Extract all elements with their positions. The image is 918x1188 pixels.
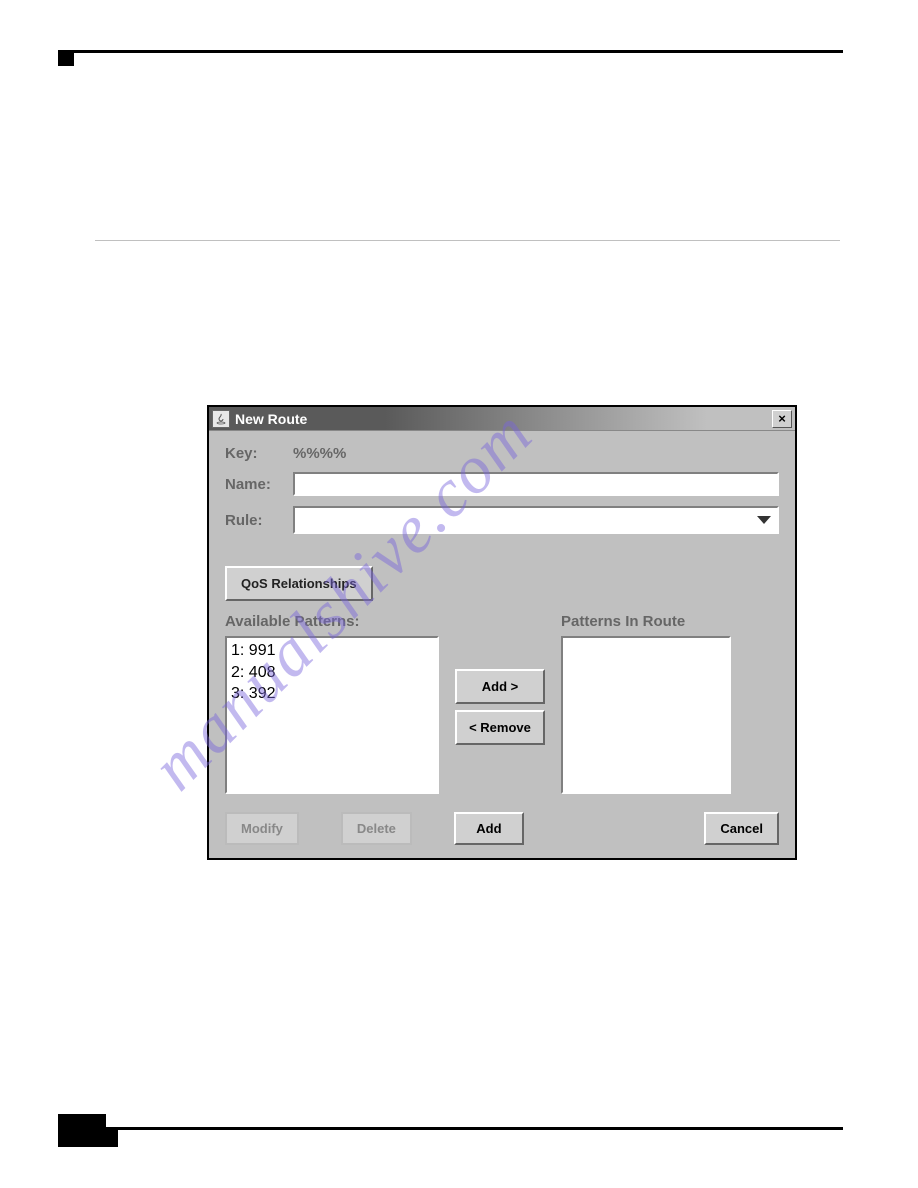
list-item[interactable]: 1: 991	[231, 640, 433, 662]
chevron-down-icon	[757, 516, 771, 524]
key-label: Key:	[225, 445, 293, 462]
lists-area: Available Patterns: 1: 991 2: 408 3: 392…	[225, 613, 779, 794]
bottom-buttons: Modify Delete Add Cancel	[225, 812, 779, 845]
patterns-in-route-label: Patterns In Route	[561, 613, 731, 630]
qos-relationships-button[interactable]: QoS Relationships	[225, 566, 373, 601]
dialog-title: New Route	[235, 411, 307, 427]
inroute-column: Patterns In Route	[561, 613, 731, 794]
list-item[interactable]: 3: 392	[231, 683, 433, 705]
titlebar: New Route ×	[209, 407, 795, 431]
page-bottom-border	[58, 1127, 843, 1130]
rule-row: Rule:	[225, 506, 779, 534]
close-button[interactable]: ×	[772, 410, 792, 428]
section-divider	[95, 240, 840, 241]
close-icon: ×	[778, 411, 786, 426]
available-column: Available Patterns: 1: 991 2: 408 3: 392	[225, 613, 439, 794]
cancel-button[interactable]: Cancel	[704, 812, 779, 845]
list-item[interactable]: 2: 408	[231, 662, 433, 684]
add-button[interactable]: Add	[454, 812, 524, 845]
name-row: Name:	[225, 472, 779, 496]
key-row: Key: %%%%	[225, 445, 779, 462]
rule-label: Rule:	[225, 512, 293, 529]
delete-button: Delete	[341, 812, 412, 845]
patterns-in-route-list[interactable]	[561, 636, 731, 794]
move-buttons: Add > < Remove	[455, 613, 545, 794]
name-label: Name:	[225, 476, 293, 493]
available-patterns-list[interactable]: 1: 991 2: 408 3: 392	[225, 636, 439, 794]
page-corner-top	[58, 50, 74, 66]
available-patterns-label: Available Patterns:	[225, 613, 439, 630]
remove-from-route-button[interactable]: < Remove	[455, 710, 545, 745]
java-icon	[212, 410, 230, 428]
new-route-dialog: New Route × Key: %%%% Name: Rule: QoS Re…	[207, 405, 797, 860]
add-to-route-button[interactable]: Add >	[455, 669, 545, 704]
key-value: %%%%	[293, 445, 346, 462]
modify-button: Modify	[225, 812, 299, 845]
page-corner-bottom	[58, 1114, 106, 1130]
page-corner-bottom-ext	[58, 1129, 118, 1147]
rule-select[interactable]	[293, 506, 779, 534]
name-field[interactable]	[293, 472, 779, 496]
page-top-border	[58, 50, 843, 53]
dialog-body: Key: %%%% Name: Rule: QoS Relationships …	[209, 431, 795, 859]
